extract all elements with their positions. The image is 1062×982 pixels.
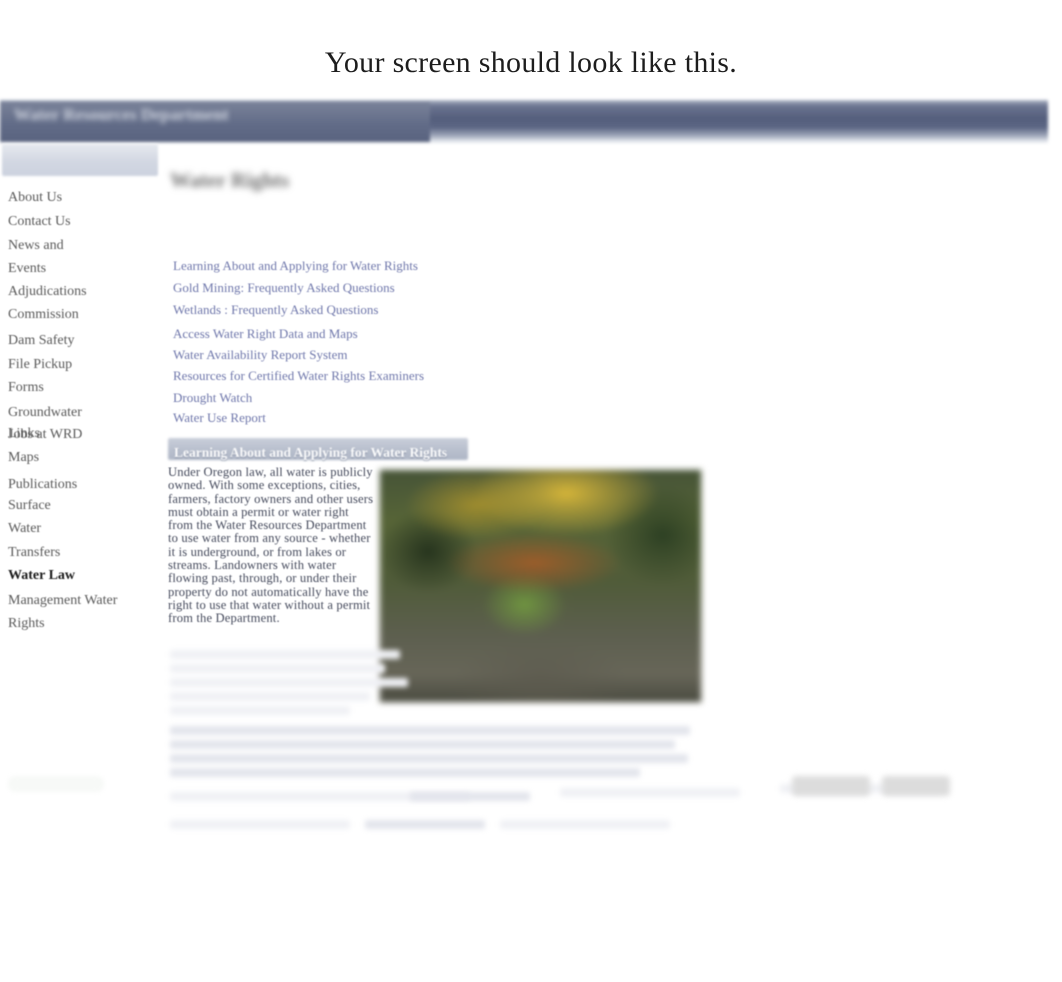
content-link-3[interactable]: Wetlands : Frequently Asked Questions xyxy=(173,302,379,318)
sidebar-item-maps[interactable]: Maps xyxy=(8,450,39,466)
sidebar-item-forms[interactable]: Forms xyxy=(8,380,44,396)
footer-button-2[interactable] xyxy=(882,776,950,796)
masthead-title: Water Resources Department xyxy=(14,105,229,124)
illegible-text-line xyxy=(170,754,688,763)
illegible-text-line xyxy=(170,678,408,687)
landscape-photo xyxy=(379,469,702,703)
sidebar-item-adjudications[interactable]: Adjudications xyxy=(8,284,87,300)
content-link-1[interactable]: Learning About and Applying for Water Ri… xyxy=(173,258,418,274)
sidebar-item-jobs-at-wrd[interactable]: Jobs at WRD xyxy=(8,427,82,443)
sidebar-item-commission[interactable]: Commission xyxy=(8,307,79,323)
content-link-8[interactable]: Water Use Report xyxy=(173,410,266,426)
content-link-5[interactable]: Water Availability Report System xyxy=(173,347,348,363)
sidebar-item-about-us[interactable]: About Us xyxy=(8,190,62,206)
page-caption: Your screen should look like this. xyxy=(324,46,738,79)
sidebar-item-surface[interactable]: Surface xyxy=(8,498,51,514)
illegible-text-line xyxy=(170,650,400,659)
sidebar-header-box xyxy=(2,144,158,176)
illegible-text-line xyxy=(170,768,640,777)
content-link-7[interactable]: Drought Watch xyxy=(173,390,252,406)
content-link-6[interactable]: Resources for Certified Water Rights Exa… xyxy=(173,368,424,384)
sidebar-item-dam-safety[interactable]: Dam Safety xyxy=(8,333,74,349)
sidebar-item-water-law[interactable]: Water Law xyxy=(8,568,75,584)
sidebar-item-publications[interactable]: Publications xyxy=(8,477,77,493)
sidebar-nav[interactable]: About Us Contact Us News and Events Adjudica… xyxy=(0,144,160,864)
illegible-text-line xyxy=(170,706,350,715)
illegible-text-line xyxy=(170,820,350,829)
sidebar-item-news-and[interactable]: News and xyxy=(8,238,64,254)
sidebar-item-transfers[interactable]: Transfers xyxy=(8,545,60,561)
page-title: Water Rights xyxy=(170,168,290,192)
illegible-text-line xyxy=(560,788,740,797)
content-link-2[interactable]: Gold Mining: Frequently Asked Questions xyxy=(173,280,395,296)
sidebar-item-rights[interactable]: Rights xyxy=(8,616,45,632)
content-link-4[interactable]: Access Water Right Data and Maps xyxy=(173,326,358,342)
sidebar-item-management-water[interactable]: Management Water xyxy=(8,593,117,609)
section-header-label: Learning About and Applying for Water Ri… xyxy=(174,445,448,460)
main-content: Water Rights Learning About and Applying… xyxy=(160,144,1062,924)
illegible-text-line xyxy=(410,792,530,801)
sidebar-footer-box xyxy=(8,776,104,792)
illegible-text-line xyxy=(500,820,670,829)
illegible-text-line xyxy=(170,740,675,749)
sidebar-item-contact-us[interactable]: Contact Us xyxy=(8,214,71,230)
screenshot-frame: Water Resources Department About Us Conta… xyxy=(0,96,1062,982)
illegible-text-line xyxy=(365,820,485,829)
sidebar-item-file-pickup[interactable]: File Pickup xyxy=(8,357,72,373)
illegible-text-line xyxy=(170,692,370,701)
footer-button-1[interactable] xyxy=(792,776,870,796)
sidebar-item-groundwater[interactable]: Groundwater xyxy=(8,405,82,421)
sidebar-item-water[interactable]: Water xyxy=(8,521,41,537)
illegible-text-line xyxy=(170,726,690,735)
body-paragraph: Under Oregon law, all water is publicly … xyxy=(168,465,374,626)
sidebar-item-events[interactable]: Events xyxy=(8,261,46,277)
illegible-text-line xyxy=(170,664,385,673)
